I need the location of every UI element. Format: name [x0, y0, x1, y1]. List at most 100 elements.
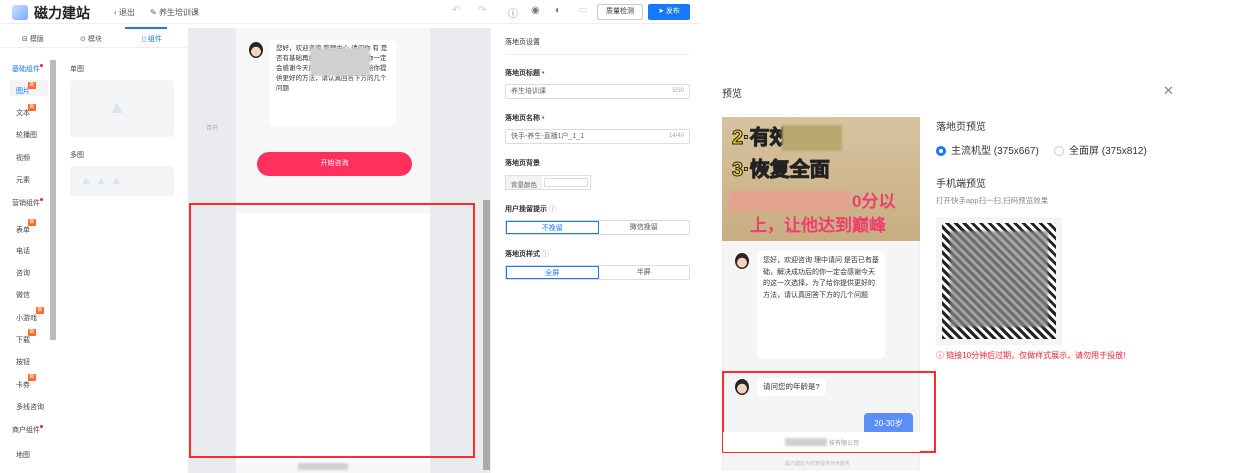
new-badge: 新 [28, 82, 36, 89]
category-label: 商户组件 [12, 427, 40, 434]
retain-option-none[interactable]: 不挽留 [506, 221, 599, 234]
help-icon[interactable]: ⓘ [508, 5, 518, 20]
preview-banner: 2·有效 3·恢复全面 0分以 上，让他达到巅峰 [722, 117, 920, 241]
radio-unchecked[interactable] [1054, 146, 1064, 157]
bg-label: 落地页背景 [505, 160, 540, 167]
tab-label: 模块 [87, 36, 102, 43]
nav-item-element[interactable]: 元素 [16, 175, 30, 185]
nav-item-video[interactable]: 视频 [16, 153, 30, 163]
publish-button[interactable]: ➤ 发布 [648, 4, 690, 20]
nav-item-wechat[interactable]: 微信 [16, 290, 30, 300]
mobile-preview-title: 手机端预览 [936, 179, 986, 190]
edit-icon: ✎ [150, 8, 159, 17]
save-icon[interactable]: ▭ [578, 5, 587, 16]
page-name-input[interactable]: 快手-养生-直播1户_1_1 14/40 [505, 129, 690, 144]
nav-item-minigame[interactable]: 小游戏新 [16, 307, 44, 323]
retain-label: 用户挽留提示 ⓘ [505, 204, 556, 214]
new-badge: 新 [28, 374, 36, 381]
logo-icon [12, 5, 28, 20]
image-icon: ▲ [108, 97, 126, 117]
category-label: 营销组件 [12, 200, 40, 207]
nav-scrollbar[interactable] [50, 60, 56, 340]
page-name-button[interactable]: ✎ 养生培训课 [150, 7, 199, 18]
input-value: 快手-养生-直播1户_1_1 [511, 133, 585, 140]
dot [40, 64, 43, 67]
page-title-input[interactable]: 养生培训课 5/30 [505, 84, 690, 99]
palette-icon[interactable]: ◐ [555, 5, 561, 16]
tab-modules[interactable]: ⊙ 模块 [80, 34, 102, 44]
quality-check-button[interactable]: 质量检测 [597, 4, 643, 20]
help-icon[interactable]: ⓘ [542, 251, 549, 258]
nav-item-carousel[interactable]: 轮播图 [16, 130, 37, 140]
new-badge: 新 [28, 219, 36, 226]
bg-color-picker[interactable]: 背景颜色 [505, 175, 591, 190]
radio-checked[interactable] [936, 146, 946, 157]
style-option-full[interactable]: 全屏 [506, 266, 599, 279]
banner-line: 上，让他达到巅峰 [750, 216, 886, 235]
nav-item-button[interactable]: 按钮 [16, 357, 30, 367]
multi-image-title: 多图 [70, 152, 84, 159]
page-title-label: 落地页标题 • [505, 68, 544, 78]
device-option-main[interactable]: 主流机型 (375x667) [936, 142, 1039, 157]
footer-text: 磁力建站为商家提供技术服务 [785, 461, 851, 467]
avatar [249, 42, 263, 58]
undo-icon[interactable]: ↶ [452, 5, 460, 16]
nav-label: 下载 [16, 337, 30, 344]
dot [40, 425, 43, 428]
avatar [735, 253, 749, 269]
back-button[interactable]: ‹ 退出 [114, 7, 135, 18]
avatar [735, 379, 749, 395]
new-badge: 新 [28, 104, 36, 111]
required-mark: • [540, 70, 545, 77]
char-count: 5/30 [672, 88, 684, 94]
banner-line: 3·恢复全面 [732, 159, 831, 182]
nav-item-multi-consult[interactable]: 多线咨询 [16, 402, 44, 412]
start-consult-button[interactable]: 开始咨询 [257, 152, 412, 176]
style-label: 落地页样式 ⓘ [505, 249, 549, 259]
nav-category-basic[interactable]: 基础组件 [12, 64, 43, 74]
tab-templates[interactable]: ⊟ 模版 [22, 34, 44, 44]
nav-item-download[interactable]: 下载新 [16, 329, 36, 345]
canvas-scrollbar[interactable] [483, 200, 490, 470]
blur-mask [730, 191, 850, 211]
nav-category-business[interactable]: 商户组件 [12, 425, 43, 435]
preview-intro-bubble: 您好，欢迎咨询 理中请问 是否已有基础，解决成功后的你一定会感谢今天的这一次选择… [757, 251, 885, 359]
nav-label: 小游戏 [16, 315, 37, 322]
send-icon: ➤ [658, 8, 666, 15]
warning-text: 链接10分钟后过期，仅做样式展示，请勿用于投放! [946, 351, 1126, 360]
page-name: 养生培训课 [158, 8, 199, 17]
new-badge: 新 [36, 307, 44, 314]
multi-image-component[interactable]: ▲ ▲ ▲ [70, 166, 174, 196]
help-icon[interactable]: ⓘ [549, 206, 556, 213]
nav-item-text[interactable]: 文本新 [16, 104, 36, 118]
color-swatch[interactable] [544, 178, 588, 187]
blur-mask [950, 231, 1048, 327]
blur-mask [298, 463, 348, 470]
nav-item-consult[interactable]: 咨询 [16, 268, 30, 278]
style-segment: 全屏 半屏 [505, 265, 690, 280]
nav-item-coupon[interactable]: 卡券新 [16, 374, 36, 390]
close-icon[interactable]: ✕ [1163, 83, 1174, 99]
style-option-half[interactable]: 半屏 [599, 266, 690, 279]
nav-item-form[interactable]: 表单新 [16, 219, 36, 235]
label-text: 落地页样式 [505, 251, 540, 258]
nav-item-phone[interactable]: 电话 [16, 246, 30, 256]
banner-line: 0分以 [852, 192, 896, 211]
required-mark: • [540, 115, 545, 122]
char-count: 14/40 [668, 133, 684, 139]
nav-label: 文本 [16, 110, 30, 117]
redo-icon[interactable]: ↷ [478, 5, 486, 16]
single-image-component[interactable]: ▲ [70, 80, 174, 137]
retain-option-wechat[interactable]: 微信挽留 [599, 221, 690, 234]
label-text: 用户挽留提示 [505, 206, 547, 213]
tab-components[interactable]: ▯ 组件 [142, 34, 162, 44]
company-name: 技有限公司 [829, 441, 860, 447]
nav-category-marketing[interactable]: 营销组件 [12, 198, 43, 208]
nav-item-image[interactable]: 图片新 [16, 82, 36, 96]
device-option-full[interactable]: 全面屏 (375x812) [1054, 142, 1147, 157]
nav-item-map[interactable]: 地图 [16, 450, 30, 460]
nav-label: 表单 [16, 227, 30, 234]
preview-eye-icon[interactable]: ◉ [531, 5, 540, 16]
nav-label: 卡券 [16, 382, 30, 389]
settings-title: 落地页设置 [505, 39, 540, 46]
